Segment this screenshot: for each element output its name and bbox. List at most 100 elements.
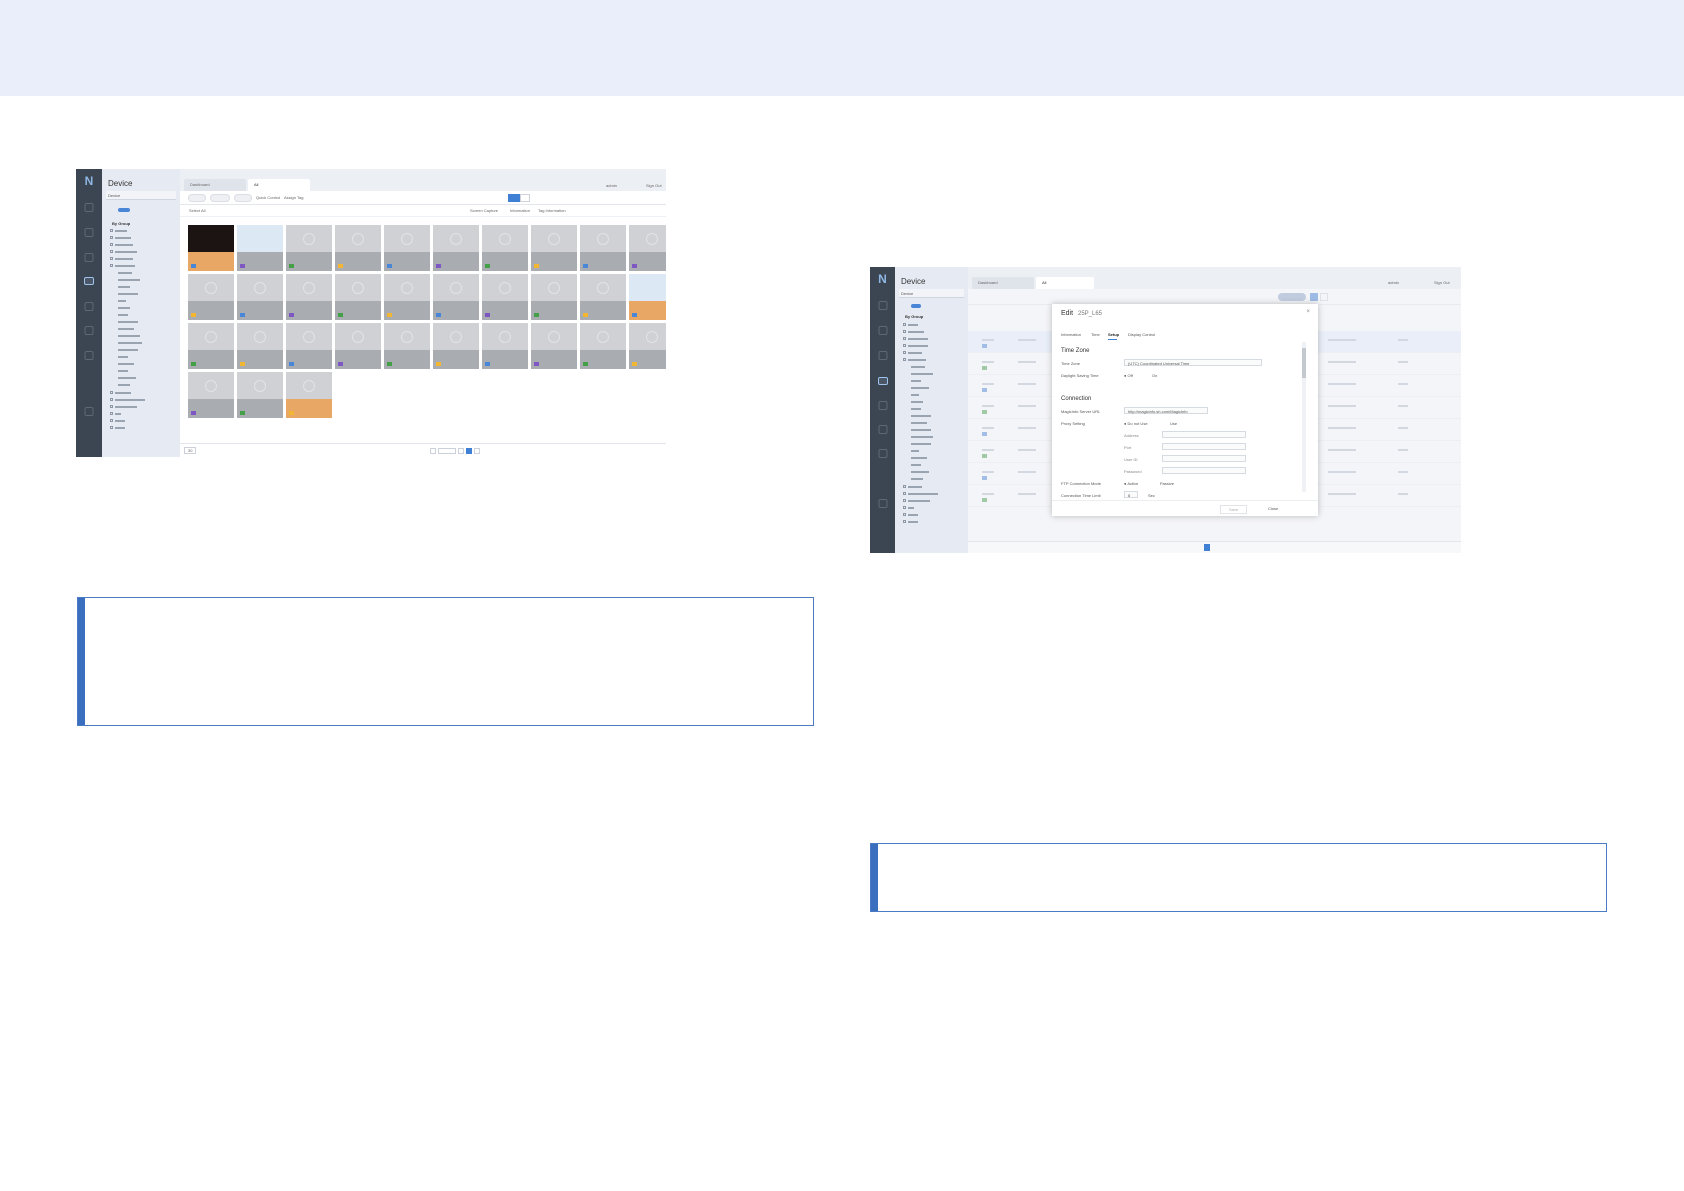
user-name[interactable]: admin [606,183,617,188]
device-type-select[interactable]: Device [106,191,176,200]
tab-all[interactable]: All [248,179,310,191]
tab-dashboard[interactable]: Dashboard [184,179,246,191]
statistics-icon[interactable] [878,449,887,458]
thumbnail-caption [580,301,626,320]
tab-all[interactable]: All [1036,277,1094,289]
device-thumbnail[interactable] [384,225,430,271]
device-thumbnail[interactable] [286,372,332,418]
device-thumbnail[interactable] [531,225,577,271]
page-current[interactable] [1204,544,1210,551]
device-thumbnail[interactable] [531,274,577,320]
device-thumbnail[interactable] [580,225,626,271]
user-name[interactable]: admin [1388,280,1399,285]
device-thumbnail[interactable] [629,225,666,271]
quick-control-button[interactable]: Quick Control [256,195,280,200]
schedule-icon[interactable] [84,302,94,311]
timeout-input[interactable]: 0 [1124,491,1138,498]
dashboard-icon[interactable] [84,203,94,212]
information-toggle[interactable]: Information [510,208,530,213]
dst-on-radio[interactable]: On [1152,373,1157,378]
device-thumbnail[interactable] [237,372,283,418]
server-url-input[interactable]: http://magicinfo.sh.com/MagicInfo [1124,407,1208,414]
proxy-on-radio[interactable]: Use [1170,421,1177,426]
view-list-icon[interactable] [520,194,530,202]
device-thumbnail[interactable] [286,225,332,271]
device-thumbnail[interactable] [433,225,479,271]
device-thumbnail[interactable] [335,274,381,320]
settings-icon[interactable] [878,499,887,508]
per-page-select[interactable]: 30 [184,447,197,454]
page-prev[interactable] [430,448,436,454]
statistics-icon[interactable] [84,351,94,360]
content-icon[interactable] [878,326,887,335]
device-thumbnail[interactable] [237,274,283,320]
device-thumbnail[interactable] [482,225,528,271]
device-icon[interactable] [84,277,94,285]
proxy-user-input[interactable] [1162,455,1246,462]
device-thumbnail[interactable] [237,225,283,271]
page-2[interactable] [458,448,464,454]
playlist-icon[interactable] [878,351,887,360]
device-thumbnail[interactable] [531,323,577,369]
device-type-select[interactable]: Device [899,289,964,298]
proxy-address-input[interactable] [1162,431,1246,438]
delete-button[interactable] [210,194,230,202]
close-button[interactable]: Close [1262,505,1284,512]
select-all-checkbox[interactable]: Select All [189,208,205,213]
ftp-active-radio[interactable]: ● Active [1124,481,1138,486]
page-next[interactable] [474,448,480,454]
sign-out-link[interactable]: Sign Out [1434,280,1450,285]
save-button[interactable]: Save [1220,505,1248,514]
page-current[interactable] [466,448,472,454]
ftp-passive-radio[interactable]: Passive [1160,481,1174,486]
device-thumbnail[interactable] [629,323,666,369]
device-thumbnail[interactable] [188,372,234,418]
close-icon[interactable]: × [1306,309,1310,315]
assign-tag-button[interactable]: Assign Tag [284,195,304,200]
dialog-tab-time[interactable]: Time [1091,332,1100,337]
view-thumbnail-icon[interactable] [508,194,520,202]
device-thumbnail[interactable] [384,274,430,320]
user-icon[interactable] [878,425,887,434]
dialog-scrollbar[interactable] [1302,342,1306,492]
device-thumbnail[interactable] [188,225,234,271]
settings-icon[interactable] [84,407,94,416]
page-input[interactable] [438,448,456,454]
device-thumbnail[interactable] [482,274,528,320]
dialog-tab-information[interactable]: Information [1061,332,1081,337]
device-thumbnail[interactable] [482,323,528,369]
dashboard-icon[interactable] [878,301,887,310]
device-thumbnail[interactable] [286,323,332,369]
device-thumbnail[interactable] [188,274,234,320]
sign-out-link[interactable]: Sign Out [646,183,662,188]
time-zone-select[interactable]: (UTC) Coordinated Universal Time [1124,359,1262,366]
device-thumbnail[interactable] [629,274,666,320]
device-icon[interactable] [877,377,888,385]
schedule-icon[interactable] [878,401,887,410]
dst-off-radio[interactable]: ● Off [1124,373,1133,378]
proxy-password-input[interactable] [1162,467,1246,474]
move-button[interactable] [234,194,252,202]
playlist-icon[interactable] [84,253,94,262]
tag-information-toggle[interactable]: Tag Information [538,208,566,213]
device-thumbnail[interactable] [580,274,626,320]
device-thumbnail[interactable] [335,323,381,369]
proxy-off-radio[interactable]: ● Do not Use [1124,421,1148,426]
screen-capture-toggle[interactable]: Screen Capture [470,208,498,213]
device-thumbnail[interactable] [237,323,283,369]
device-thumbnail[interactable] [335,225,381,271]
proxy-port-input[interactable] [1162,443,1246,450]
dialog-scroll-thumb[interactable] [1302,348,1306,378]
device-thumbnail[interactable] [384,323,430,369]
device-thumbnail[interactable] [286,274,332,320]
device-thumbnail[interactable] [580,323,626,369]
dialog-tab-display-control[interactable]: Display Control [1128,332,1155,337]
device-thumbnail[interactable] [433,274,479,320]
content-icon[interactable] [84,228,94,237]
device-thumbnail[interactable] [433,323,479,369]
dialog-tab-setup[interactable]: Setup [1108,332,1119,337]
device-thumbnail[interactable] [188,323,234,369]
tab-dashboard[interactable]: Dashboard [972,277,1034,289]
user-icon[interactable] [84,326,94,335]
edit-button[interactable] [188,194,206,202]
